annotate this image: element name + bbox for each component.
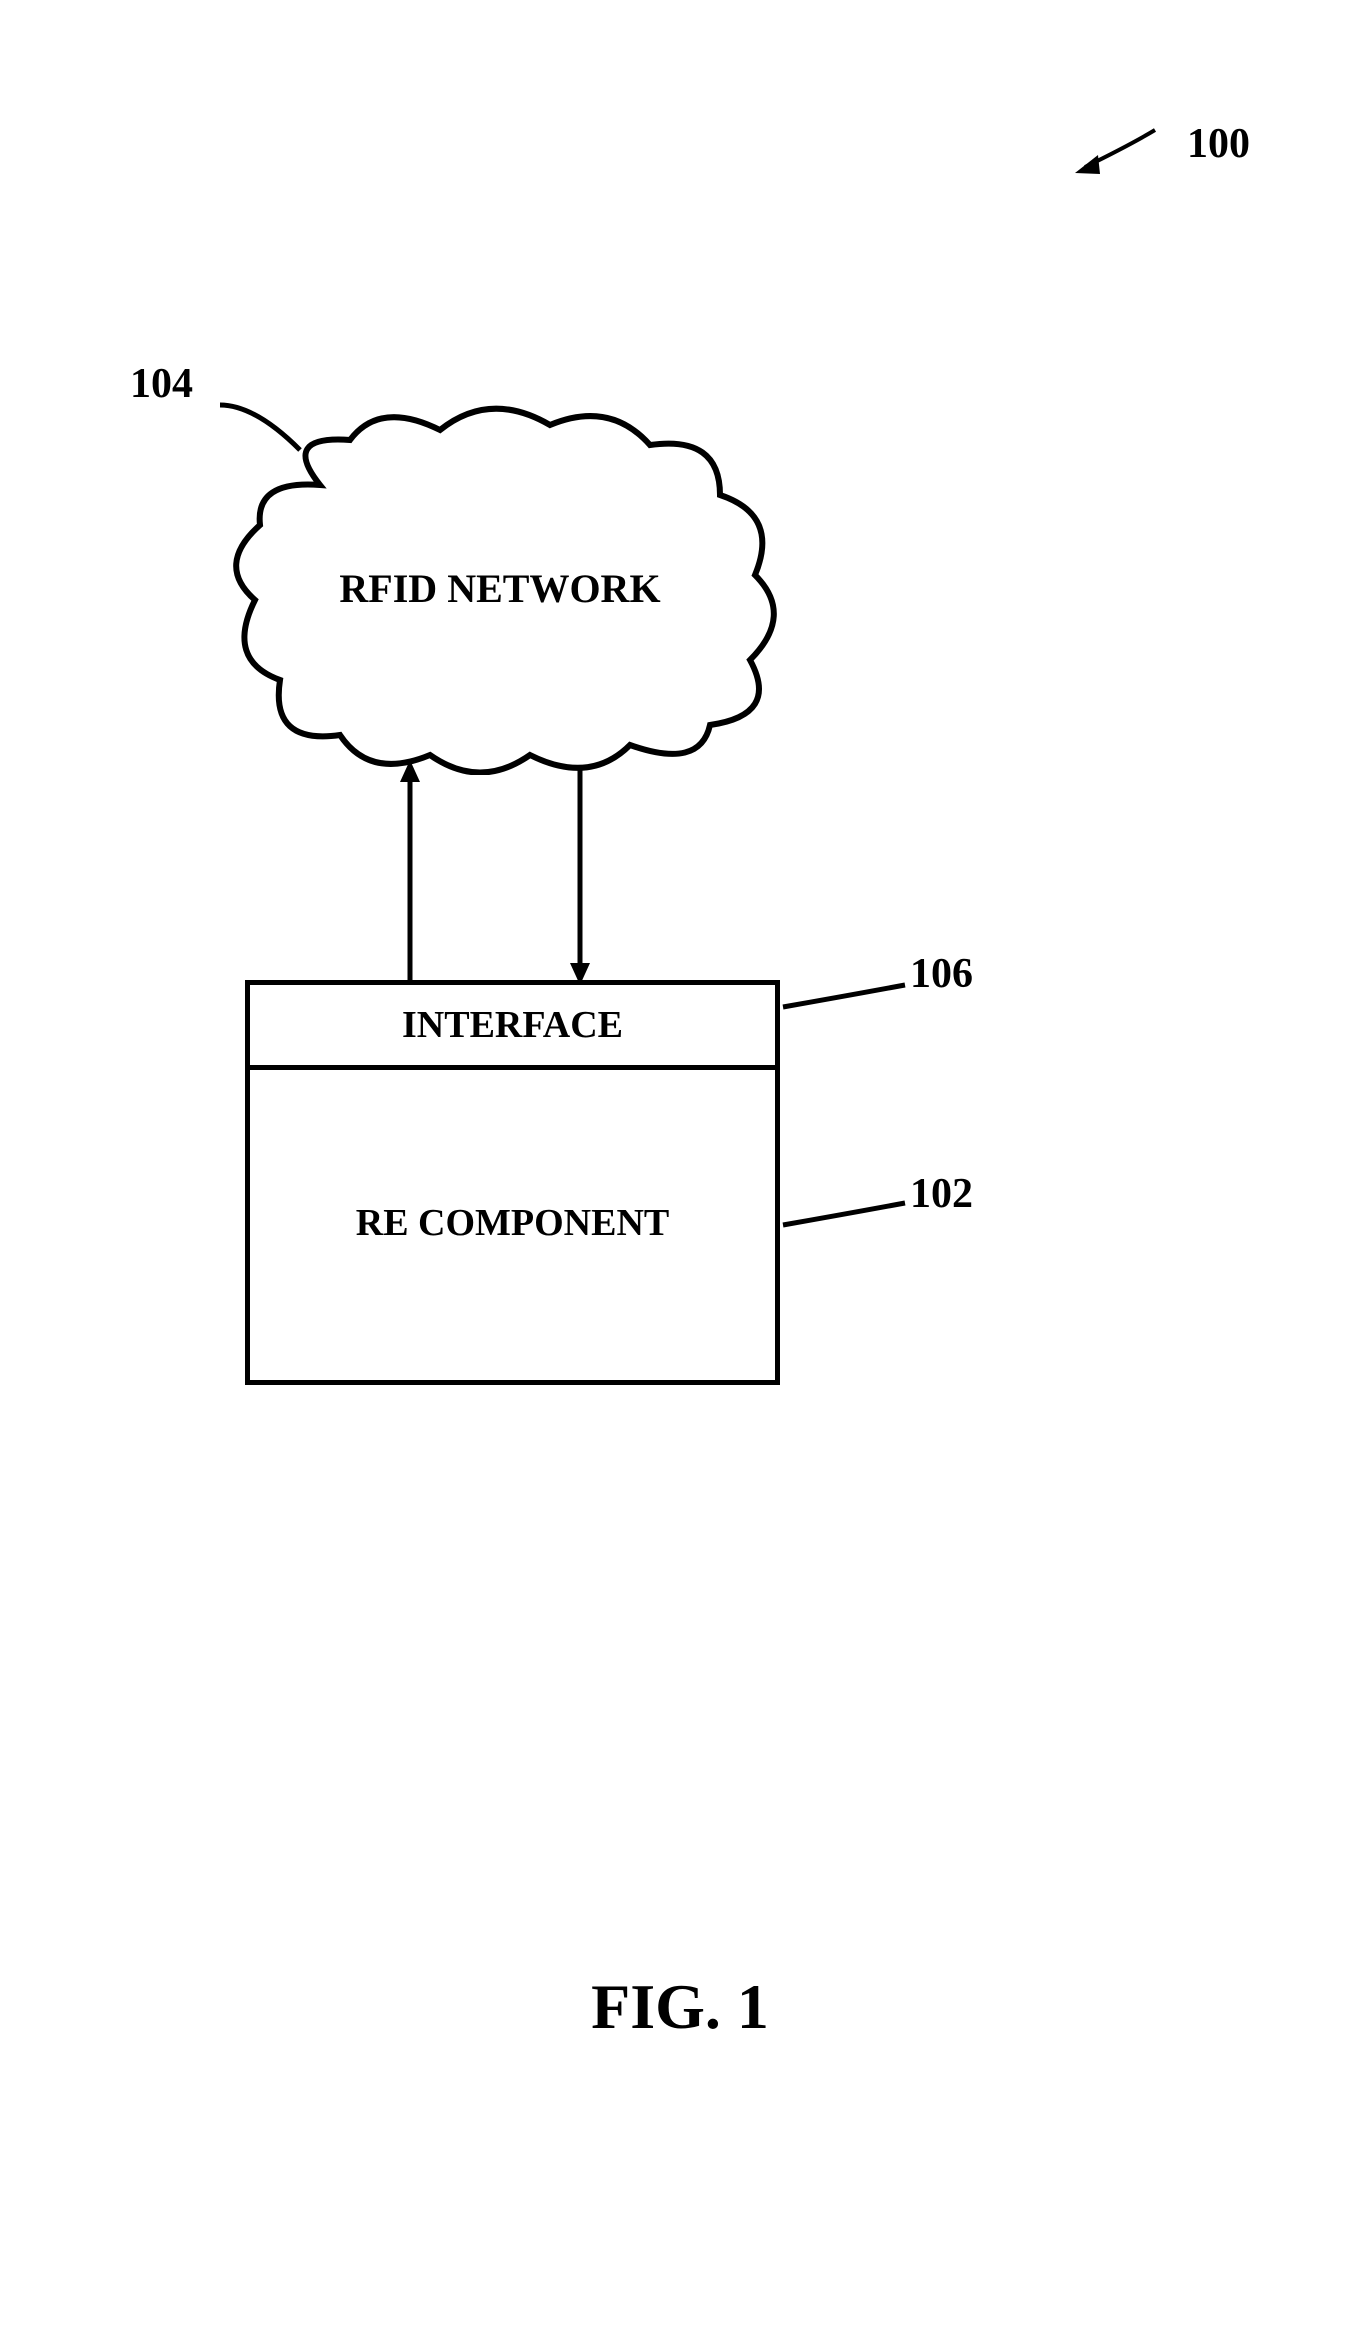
re-component-box: RE COMPONENT bbox=[245, 1065, 780, 1385]
arrow-up-icon bbox=[395, 760, 425, 985]
ref-lead-102 bbox=[780, 1200, 910, 1240]
diagram-container: 100 104 RFID NETWORK INTERFACE 106 RE CO… bbox=[0, 0, 1360, 2325]
re-component-label: RE COMPONENT bbox=[356, 1201, 670, 1245]
ref-arrow-100 bbox=[1070, 125, 1160, 180]
ref-label-100: 100 bbox=[1187, 120, 1250, 168]
interface-box: INTERFACE bbox=[245, 980, 780, 1070]
ref-lead-106 bbox=[780, 982, 910, 1022]
ref-label-106: 106 bbox=[910, 950, 973, 998]
arrow-down-icon bbox=[565, 760, 595, 985]
interface-label: INTERFACE bbox=[402, 1003, 623, 1047]
figure-label: FIG. 1 bbox=[0, 1970, 1360, 2044]
rfid-network-cloud: RFID NETWORK bbox=[210, 395, 790, 775]
ref-label-102: 102 bbox=[910, 1170, 973, 1218]
ref-label-104: 104 bbox=[130, 360, 193, 408]
cloud-label: RFID NETWORK bbox=[210, 565, 790, 612]
